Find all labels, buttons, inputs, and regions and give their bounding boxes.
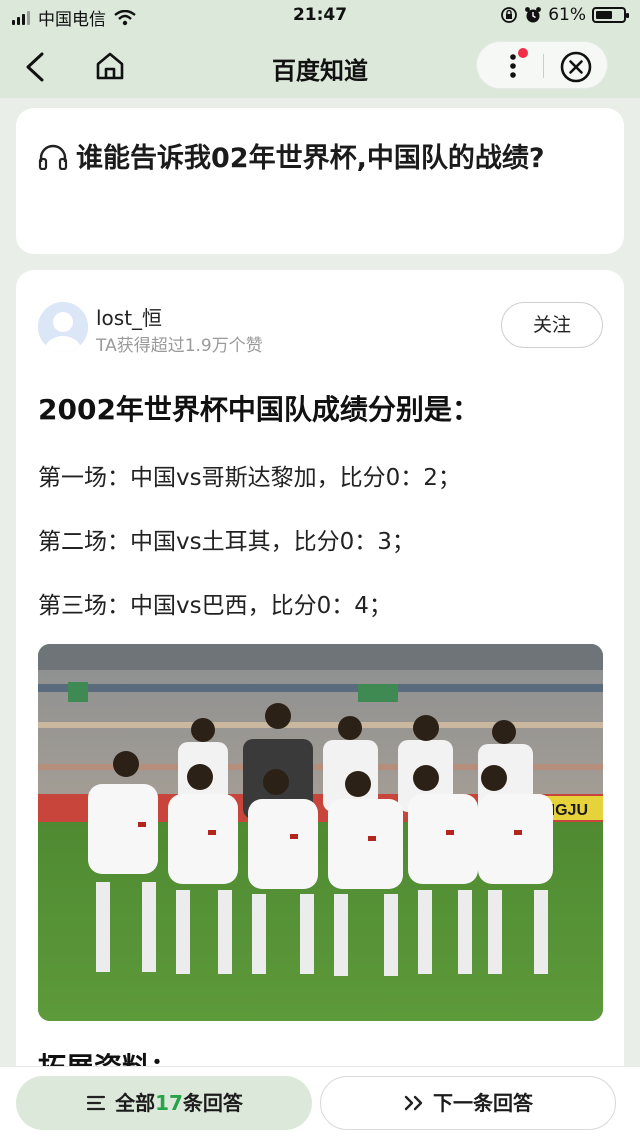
status-bar: 中国电信 21:47 61% <box>0 0 640 34</box>
list-icon <box>86 1095 106 1111</box>
default-avatar-icon <box>38 302 88 352</box>
answer-count: 17 <box>155 1091 183 1115</box>
headphones-icon[interactable] <box>38 144 68 170</box>
answer-line: 第三场：中国vs巴西，比分0：4； <box>38 593 392 619</box>
question-title: 谁能告诉我02年世界杯,中国队的战绩? <box>38 136 598 182</box>
notification-dot <box>518 48 528 58</box>
all-answers-button[interactable]: 全部17条回答 <box>16 1076 312 1130</box>
team-photo-image: ANGJU <box>38 644 603 1021</box>
answer-headline: 2002年世界杯中国队成绩分别是： <box>38 393 480 426</box>
question-text: 谁能告诉我02年世界杯,中国队的战绩? <box>76 143 545 174</box>
next-answer-button[interactable]: 下一条回答 <box>320 1076 616 1130</box>
capsule-divider <box>543 54 544 78</box>
battery-icon <box>592 7 629 23</box>
nav-bar: 百度知道 <box>0 34 640 98</box>
author-meta: TA获得超过1.9万个赞 <box>96 336 263 356</box>
close-icon[interactable] <box>559 50 593 84</box>
follow-button[interactable]: 关注 <box>501 302 603 348</box>
bottom-bar: 全部17条回答 下一条回答 <box>0 1066 640 1138</box>
avatar[interactable] <box>38 302 88 352</box>
answer-card: lost_恒 TA获得超过1.9万个赞 关注 2002年世界杯中国队成绩分别是：… <box>16 270 624 1138</box>
author-name[interactable]: lost_恒 <box>96 302 162 331</box>
next-answer-label: 下一条回答 <box>433 1091 533 1115</box>
double-chevron-right-icon <box>404 1095 423 1111</box>
all-answers-prefix: 全部 <box>115 1091 156 1115</box>
lock-rotation-icon <box>501 7 518 23</box>
all-answers-suffix: 条回答 <box>182 1091 243 1115</box>
answer-line: 第一场：中国vs哥斯达黎加，比分0：2； <box>38 465 461 491</box>
alarm-icon <box>525 7 542 23</box>
battery-percent: 61% <box>548 5 586 25</box>
mini-program-capsule <box>476 41 608 89</box>
team-photo[interactable]: ANGJU <box>38 644 603 1021</box>
question-card: 谁能告诉我02年世界杯,中国队的战绩? <box>16 108 624 254</box>
answer-line: 第二场：中国vs土耳其，比分0：3； <box>38 529 415 555</box>
